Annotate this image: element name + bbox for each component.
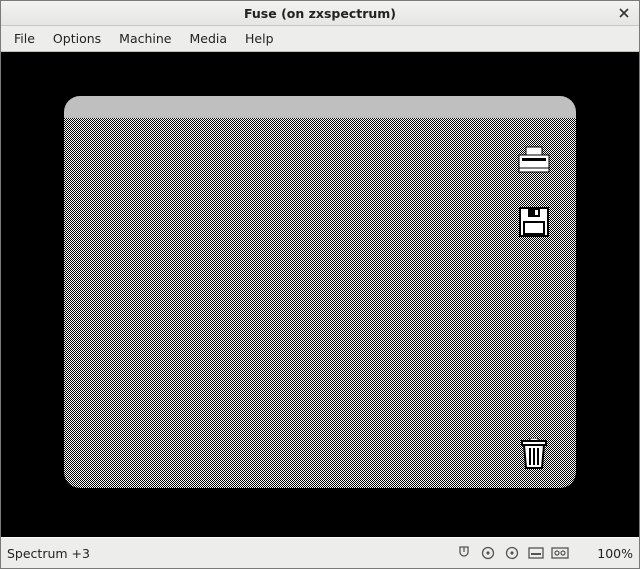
microdrive-icon (528, 547, 544, 559)
close-button[interactable] (615, 4, 633, 22)
disk-a-indicator (479, 545, 497, 561)
menubar: File Options Machine Media Help (1, 26, 639, 52)
status-machine: Spectrum +3 (7, 546, 455, 561)
menu-help[interactable]: Help (236, 27, 283, 50)
emulated-screen (64, 96, 576, 488)
window-title: Fuse (on zxspectrum) (1, 6, 639, 21)
status-speed: 100% (587, 546, 633, 561)
menu-file[interactable]: File (5, 27, 44, 50)
desktop-trash-item[interactable] (514, 436, 554, 472)
printer-icon (516, 146, 552, 174)
titlebar: Fuse (on zxspectrum) (1, 1, 639, 26)
desktop-floppy-item[interactable] (514, 204, 554, 240)
close-icon (619, 8, 629, 18)
disk-a-icon (481, 546, 495, 560)
menu-machine[interactable]: Machine (110, 27, 180, 50)
floppy-icon (519, 207, 549, 237)
trash-icon (519, 438, 549, 470)
app-window: Fuse (on zxspectrum) File Options Machin… (0, 0, 640, 569)
mouse-indicator (455, 545, 473, 561)
statusbar: Spectrum +3 (1, 537, 639, 568)
device-icons (455, 545, 569, 561)
menu-media[interactable]: Media (180, 27, 236, 50)
disk-b-icon (505, 546, 519, 560)
tape-indicator (551, 545, 569, 561)
microdrive-indicator (527, 545, 545, 561)
gem-titlebar (64, 96, 576, 118)
mouse-icon (458, 546, 470, 560)
desktop-printer-item[interactable] (514, 142, 554, 178)
disk-b-indicator (503, 545, 521, 561)
emulator-display[interactable] (1, 52, 639, 537)
menu-options[interactable]: Options (44, 27, 110, 50)
gem-desktop (64, 118, 576, 488)
tape-icon (551, 547, 569, 559)
